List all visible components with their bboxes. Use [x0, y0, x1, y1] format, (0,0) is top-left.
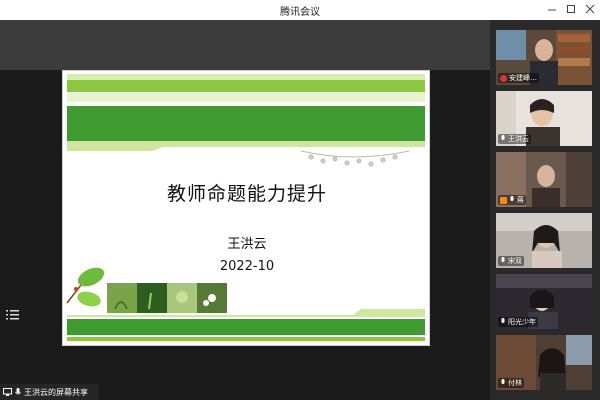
participant-name: 阳光少年 — [508, 318, 536, 326]
participant-name: 付林 — [508, 379, 522, 387]
avatar-icon — [500, 196, 507, 204]
participant-tile[interactable]: 王洪云 — [496, 91, 592, 146]
participant-label: 宋双 — [498, 256, 524, 266]
screen-share-indicator: 王洪云的屏幕共享 — [0, 384, 98, 400]
microphone-icon — [501, 379, 505, 384]
participant-label: 阳光少年 — [498, 317, 538, 327]
participant-name: 蒋 — [517, 196, 524, 204]
microphone-icon — [510, 196, 514, 201]
participant-tile[interactable]: 付林 — [496, 335, 592, 390]
microphone-icon — [501, 257, 505, 262]
slide-date: 2022-10 — [219, 259, 275, 274]
slide-title: 教师命题能力提升 — [166, 183, 327, 205]
microphone-icon — [501, 135, 505, 140]
participant-name: 宋双 — [508, 257, 522, 265]
screen-share-label: 王洪云的屏幕共享 — [24, 387, 88, 397]
title-bar: 腾讯会议 — [0, 0, 600, 20]
participant-label: 付林 — [498, 378, 524, 388]
participant-tile[interactable]: 蒋 — [496, 152, 592, 207]
participant-tile[interactable]: 宋双 — [496, 213, 592, 268]
participant-label: 王洪云 — [498, 134, 531, 144]
participant-label: 蒋 — [498, 195, 526, 205]
shared-screen-top-strip — [0, 20, 490, 70]
microphone-icon — [501, 318, 505, 323]
minimize-icon[interactable] — [545, 2, 559, 16]
participant-label: 安建峰… — [498, 73, 539, 83]
slide-author: 王洪云 — [227, 237, 267, 252]
mic-off-icon — [500, 74, 507, 82]
screen-share-icon — [3, 388, 12, 396]
maximize-icon[interactable] — [564, 2, 578, 16]
participant-tile[interactable]: 安建峰… — [496, 30, 592, 85]
participant-panel: 安建峰… 王洪云 蒋 宋双 阳光少年 付林 — [490, 20, 600, 400]
participant-name: 安建峰… — [509, 74, 537, 82]
microphone-icon — [15, 388, 21, 395]
slide-decoration — [66, 74, 425, 341]
presentation-slide: 教师命题能力提升 王洪云 2022-10 — [62, 70, 430, 346]
window-title: 腾讯会议 — [280, 7, 320, 18]
participant-tile[interactable]: 阳光少年 — [496, 274, 592, 329]
participant-name: 王洪云 — [508, 135, 529, 143]
close-icon[interactable] — [583, 2, 597, 16]
menu-icon[interactable] — [6, 306, 20, 320]
